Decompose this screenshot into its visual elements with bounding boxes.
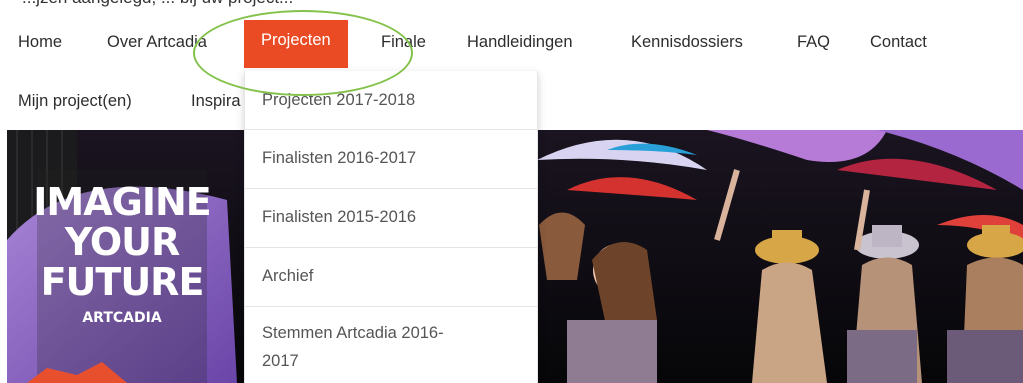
dropdown-item-label-line-2: 2017 xyxy=(262,352,299,370)
dropdown-item-label: Finalisten 2016-2017 xyxy=(262,149,417,167)
nav-mijn-projecten[interactable]: Mijn project(en) xyxy=(18,82,132,120)
nav-kennisdossiers[interactable]: Kennisdossiers xyxy=(631,23,743,61)
nav-projecten[interactable]: Projecten xyxy=(244,20,348,68)
dropdown-item-projecten-2017-2018[interactable]: Projecten 2017-2018 xyxy=(245,71,537,130)
dropdown-item-finalisten-2015-2016[interactable]: Finalisten 2015-2016 xyxy=(245,188,537,248)
nav-finale[interactable]: Finale xyxy=(381,23,426,61)
main-nav: Home Over Artcadia Projecten Finale Hand… xyxy=(0,20,1023,68)
dropdown-item-label: Archief xyxy=(262,267,314,285)
nav-home[interactable]: Home xyxy=(18,23,62,61)
page-intro-text-cut: ...jzen aangelegd, ... bij uw project... xyxy=(22,0,293,8)
dropdown-item-archief[interactable]: Archief xyxy=(245,247,537,307)
poster-brand: ARTCADIA xyxy=(82,310,162,326)
nav-faq[interactable]: FAQ xyxy=(797,23,830,61)
dropdown-item-label: Finalisten 2015-2016 xyxy=(262,208,417,226)
dropdown-item-stemmen-artcadia[interactable]: Stemmen Artcadia 2016- 2017 xyxy=(245,306,537,383)
projecten-dropdown-menu: Projecten 2017-2018 Finalisten 2016-2017… xyxy=(244,71,538,383)
poster-line-1: IMAGINE xyxy=(33,180,211,224)
nav-handleidingen[interactable]: Handleidingen xyxy=(467,23,573,61)
nav-inspiratie[interactable]: Inspira xyxy=(191,82,241,120)
poster-line-3: FUTURE xyxy=(40,260,205,304)
dropdown-item-label-line-1: Stemmen Artcadia 2016- xyxy=(262,324,444,342)
dropdown-item-label: Projecten 2017-2018 xyxy=(262,91,416,109)
dropdown-item-finalisten-2016-2017[interactable]: Finalisten 2016-2017 xyxy=(245,129,537,189)
poster-line-2: YOUR xyxy=(64,220,181,264)
poster: IMAGINE YOUR FUTURE ARTCADIA xyxy=(27,182,217,326)
nav-contact[interactable]: Contact xyxy=(870,23,927,61)
nav-over-artcadia[interactable]: Over Artcadia xyxy=(107,23,207,61)
